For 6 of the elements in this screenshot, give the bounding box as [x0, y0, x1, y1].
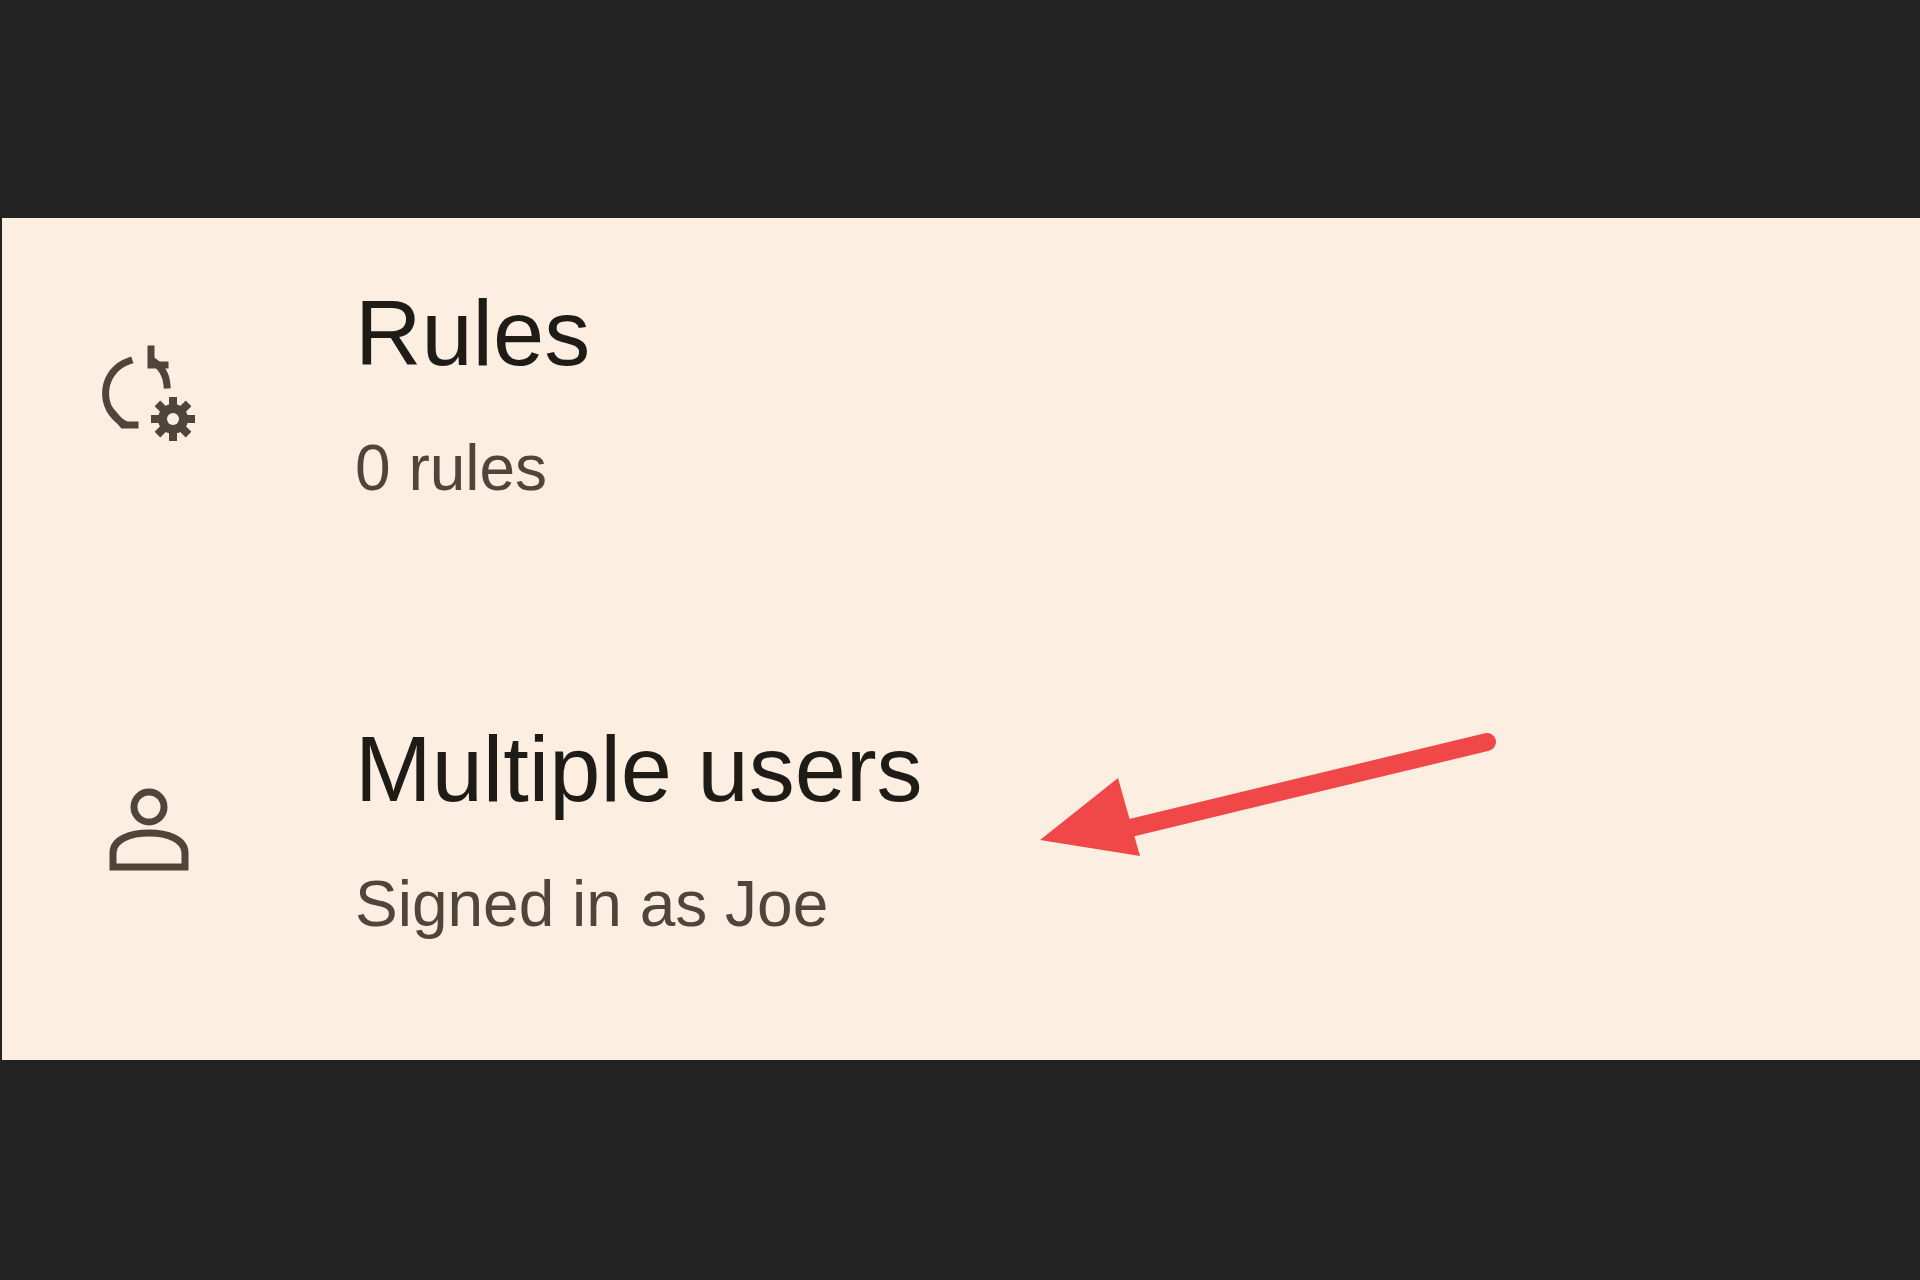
item-subtitle: 0 rules — [355, 431, 548, 506]
item-title: Multiple users — [355, 717, 923, 822]
settings-item[interactable]: Multiple users Signed in as Joe — [2, 709, 1920, 949]
item-subtitle: Signed in as Joe — [355, 867, 829, 942]
item-title: Rules — [355, 281, 591, 386]
settings-item[interactable]: Rules 0 rules — [2, 273, 1920, 513]
